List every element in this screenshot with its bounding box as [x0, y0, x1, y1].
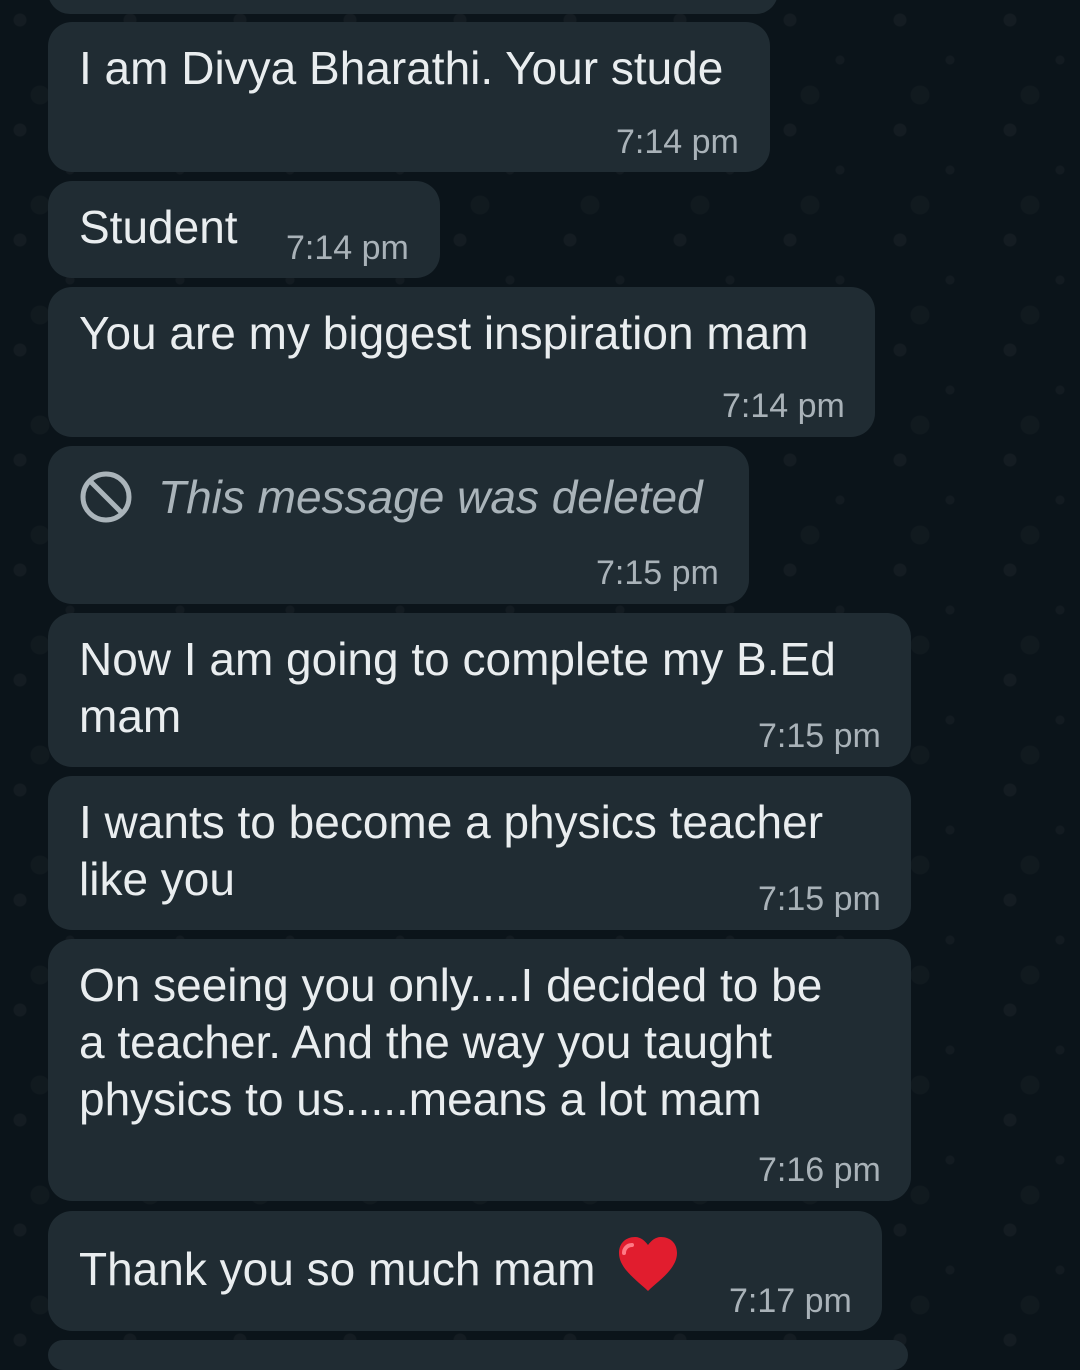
message-timestamp: 7:15 pm	[758, 717, 881, 755]
message-timestamp: 7:14 pm	[286, 229, 409, 267]
message-timestamp: 7:14 pm	[722, 387, 845, 425]
chat-message-list[interactable]: I am Divya Bharathi. Your stude 7:14 pm …	[0, 0, 1080, 1370]
message-timestamp: 7:15 pm	[758, 880, 881, 918]
red-heart-icon	[619, 1237, 677, 1291]
message-timestamp: 7:14 pm	[616, 123, 739, 161]
message-text: You are my biggest inspiration mam	[79, 307, 809, 359]
message-bubble-partial[interactable]	[48, 0, 778, 14]
message-text: I am Divya Bharathi. Your stude	[79, 42, 724, 94]
message-bubble[interactable]: On seeing you only....I decided to be a …	[48, 939, 911, 1201]
message-text: I wants to become a physics teacher like…	[79, 796, 824, 905]
message-text: Now I am going to complete my B.Ed mam	[79, 633, 836, 742]
message-text: Student	[79, 201, 238, 253]
message-timestamp: 7:15 pm	[596, 554, 719, 592]
deleted-message-bubble[interactable]: This message was deleted 7:15 pm	[48, 446, 749, 604]
message-bubble[interactable]: You are my biggest inspiration mam 7:14 …	[48, 287, 875, 437]
message-bubble-partial[interactable]	[48, 1340, 908, 1370]
message-text: On seeing you only....I decided to be a …	[79, 959, 823, 1125]
message-bubble[interactable]: Student 7:14 pm	[48, 181, 440, 278]
message-bubble[interactable]: Thank you so much mam 7:17 pm	[48, 1211, 882, 1331]
message-timestamp: 7:16 pm	[758, 1151, 881, 1189]
message-bubble[interactable]: I am Divya Bharathi. Your stude 7:14 pm	[48, 22, 770, 172]
message-timestamp: 7:17 pm	[729, 1282, 852, 1320]
deleted-icon	[80, 471, 132, 523]
deleted-message-text: This message was deleted	[158, 471, 703, 523]
message-bubble[interactable]: I wants to become a physics teacher like…	[48, 776, 911, 930]
message-bubble[interactable]: Now I am going to complete my B.Ed mam 7…	[48, 613, 911, 767]
message-text: Thank you so much mam	[79, 1243, 596, 1295]
